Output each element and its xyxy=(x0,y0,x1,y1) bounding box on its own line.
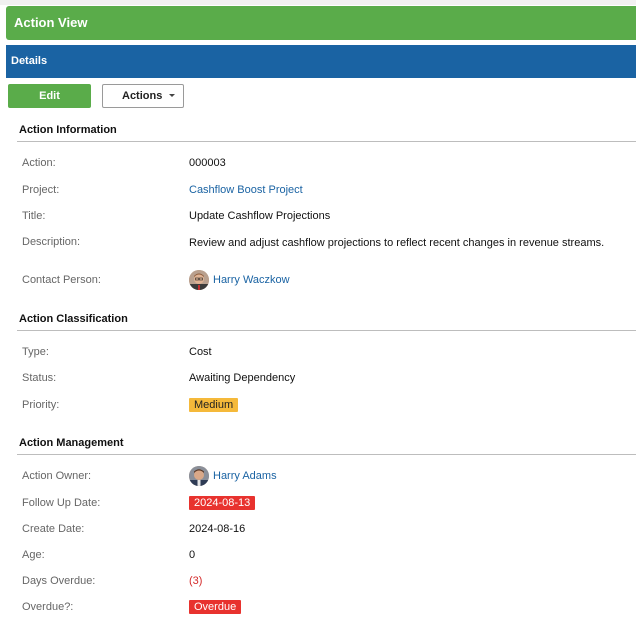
title-value: Update Cashflow Projections xyxy=(189,210,331,222)
create-date-value: 2024-08-16 xyxy=(189,523,246,535)
overdue-badge: Overdue xyxy=(189,600,242,614)
type-label: Type: xyxy=(22,346,49,358)
contact-person-link[interactable]: Harry Waczkow xyxy=(213,274,290,286)
age-value: 0 xyxy=(189,549,196,561)
priority-label: Priority: xyxy=(22,399,60,411)
section-divider xyxy=(17,330,636,331)
section-divider xyxy=(17,454,636,455)
edit-button[interactable]: Edit xyxy=(8,84,91,108)
user-avatar-icon xyxy=(189,466,209,486)
project-link[interactable]: Cashflow Boost Project xyxy=(189,184,303,196)
actions-dropdown-button[interactable]: Actions xyxy=(102,84,184,108)
action-owner-label: Action Owner: xyxy=(22,470,92,482)
project-label: Project: xyxy=(22,184,60,196)
section-divider xyxy=(17,141,636,142)
section-title-classification: Action Classification xyxy=(19,313,128,325)
age-label: Age: xyxy=(22,549,45,561)
description-value: Review and adjust cashflow projections t… xyxy=(189,237,605,249)
page-title: Action View xyxy=(6,6,636,40)
action-value: 000003 xyxy=(189,157,226,169)
create-date-label: Create Date: xyxy=(22,523,85,535)
top-strip xyxy=(0,0,636,5)
priority-badge: Medium xyxy=(189,398,239,412)
status-value: Awaiting Dependency xyxy=(189,372,296,384)
actions-label: Actions xyxy=(122,90,163,102)
overdue-label: Overdue?: xyxy=(22,601,74,613)
action-label: Action: xyxy=(22,157,56,169)
description-label: Description: xyxy=(22,236,81,248)
caret-down-icon xyxy=(169,94,175,97)
details-header: Details xyxy=(6,45,636,78)
status-label: Status: xyxy=(22,372,57,384)
type-value: Cost xyxy=(189,346,212,358)
section-title-management: Action Management xyxy=(19,437,124,449)
action-owner-link[interactable]: Harry Adams xyxy=(213,470,277,482)
title-label: Title: xyxy=(22,210,46,222)
section-title-information: Action Information xyxy=(19,124,117,136)
user-avatar-icon xyxy=(189,270,209,290)
follow-up-date-label: Follow Up Date: xyxy=(22,497,101,509)
days-overdue-label: Days Overdue: xyxy=(22,575,96,587)
contact-person-label: Contact Person: xyxy=(22,274,101,286)
days-overdue-value: (3) xyxy=(189,575,203,587)
follow-up-date-badge: 2024-08-13 xyxy=(189,496,256,510)
